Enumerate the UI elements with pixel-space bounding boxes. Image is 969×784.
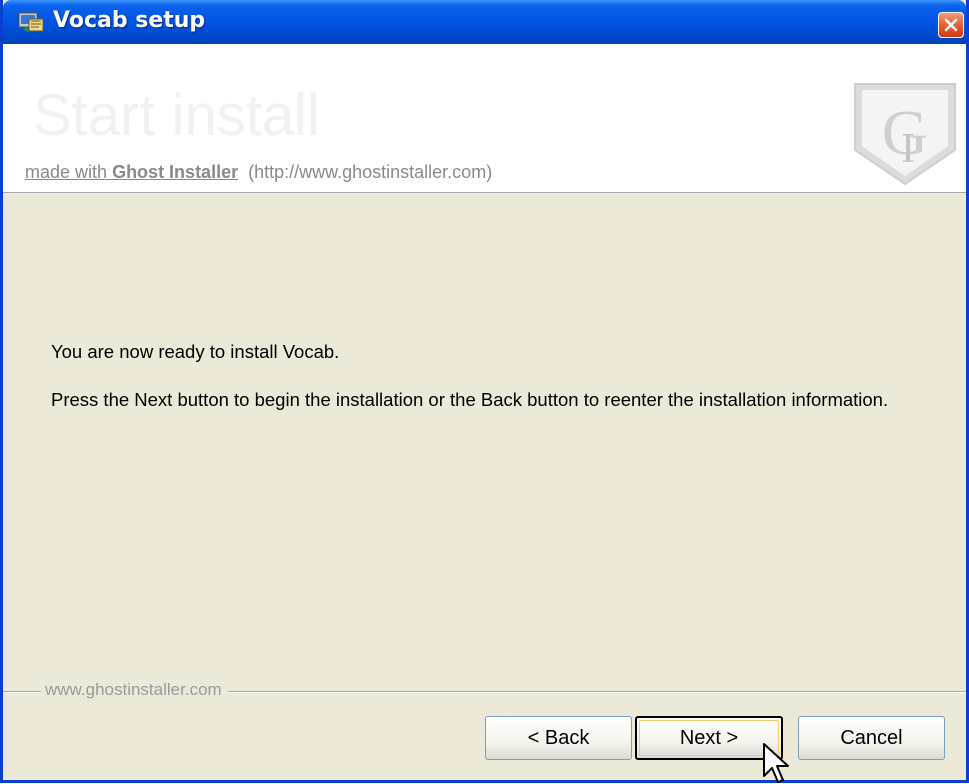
made-with-line: made with Ghost Installer (http://www.gho…: [25, 162, 492, 183]
cancel-button-label: Cancel: [840, 726, 903, 749]
made-with-link[interactable]: made with Ghost Installer: [25, 162, 238, 182]
setup-icon: [17, 9, 45, 35]
setup-window: Vocab setup Start install made with Ghos…: [0, 0, 969, 783]
back-button[interactable]: < Back: [485, 716, 632, 760]
close-button[interactable]: [938, 12, 964, 38]
next-button-label: Next >: [679, 726, 739, 749]
page-title: Start install: [33, 83, 320, 148]
next-button[interactable]: Next >: [635, 716, 783, 760]
made-with-text: made with: [25, 162, 108, 182]
ghost-installer-logo: G I: [854, 83, 956, 186]
brand-url: (http://www.ghostinstaller.com): [248, 162, 493, 182]
brand-name: Ghost Installer: [112, 162, 239, 182]
window-title: Vocab setup: [53, 8, 206, 33]
title-bar[interactable]: Vocab setup: [3, 0, 966, 44]
close-icon: [944, 18, 958, 32]
svg-text:I: I: [901, 126, 915, 172]
footer-label: www.ghostinstaller.com: [41, 680, 228, 700]
ready-message: You are now ready to install Vocab.: [51, 341, 340, 362]
cancel-button[interactable]: Cancel: [798, 716, 945, 760]
back-button-label: < Back: [527, 726, 590, 749]
arrow-pointer-icon: [763, 743, 789, 783]
wizard-content: You are now ready to install Vocab. Pres…: [51, 340, 931, 436]
instructions-message: Press the Next button to begin the insta…: [51, 389, 889, 410]
wizard-header: Start install made with Ghost Installer (…: [3, 44, 966, 193]
